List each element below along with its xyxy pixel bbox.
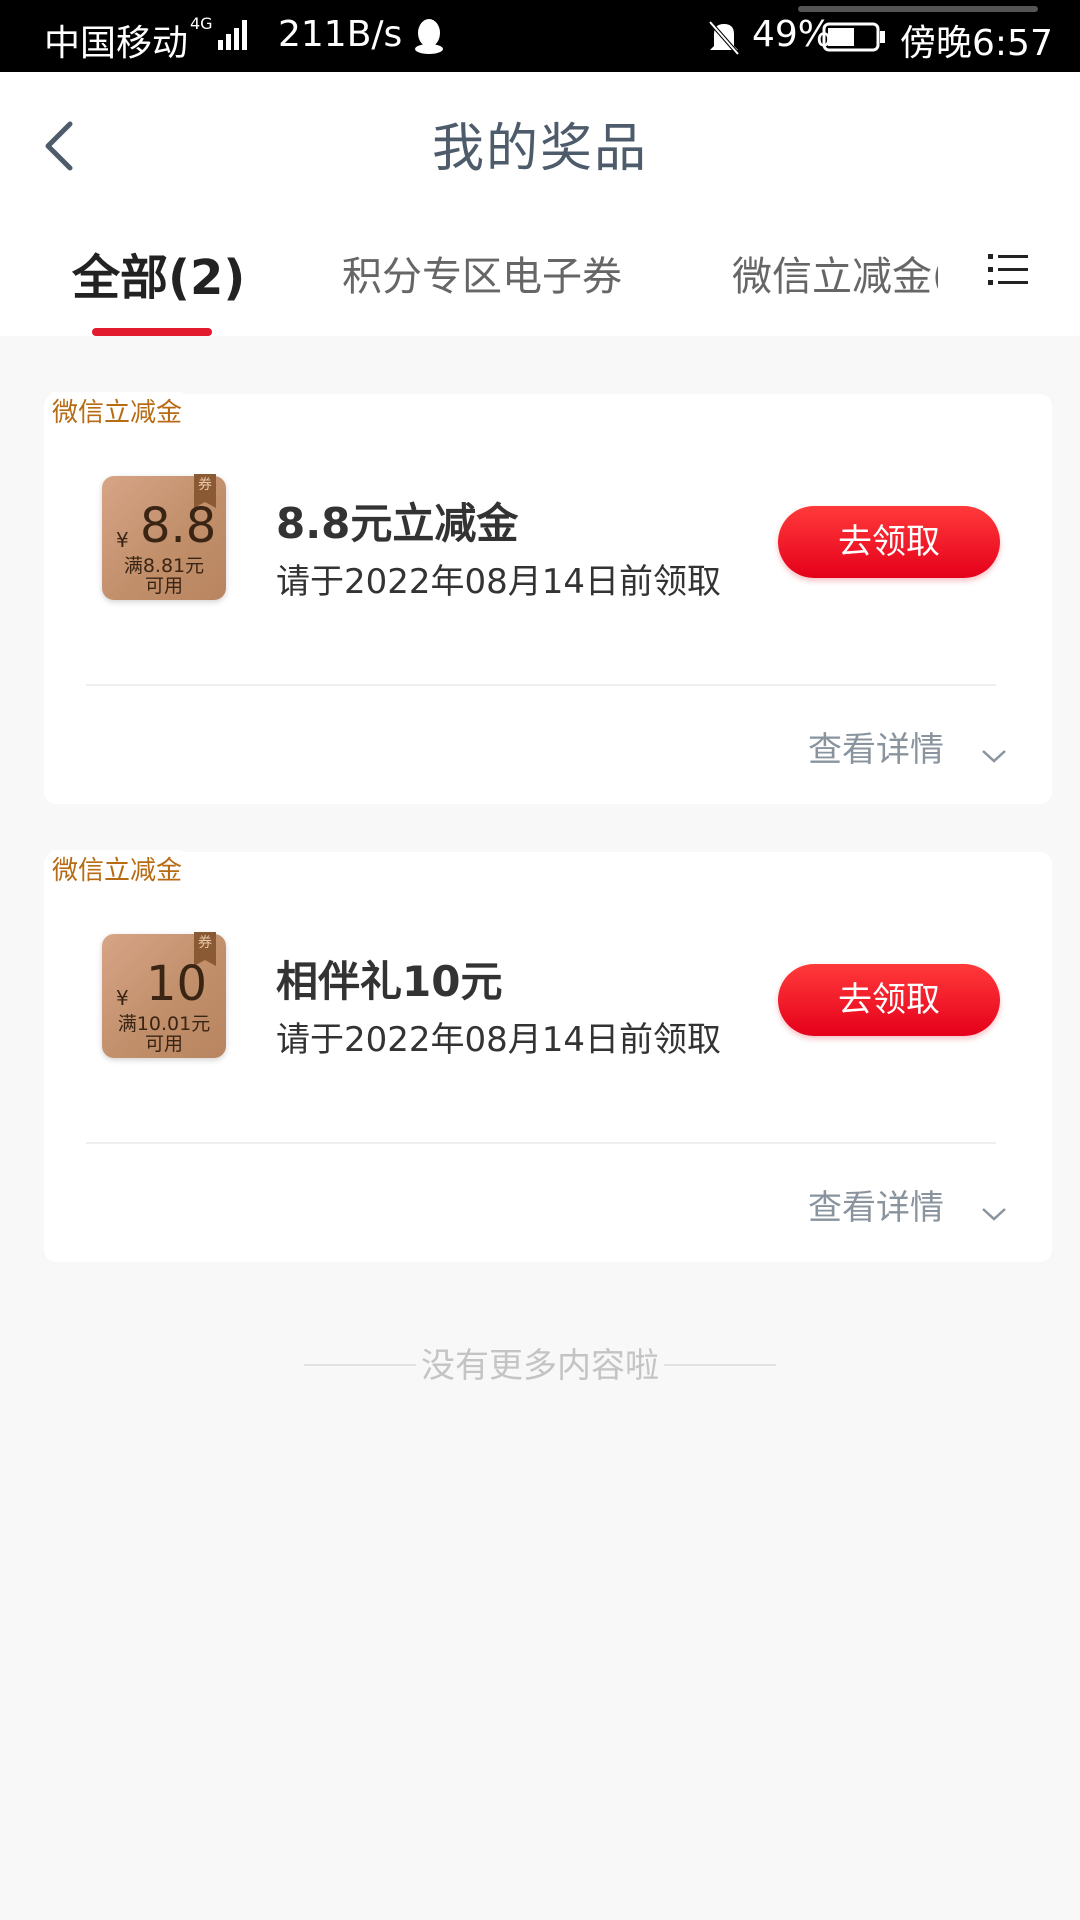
tab-bar: 全部(2) 积分专区电子券 微信立减金( bbox=[0, 216, 1080, 336]
network-type: 4G bbox=[190, 14, 213, 33]
signal-icon bbox=[218, 20, 247, 50]
coupon-amount: 8.8 bbox=[140, 498, 217, 554]
footer-line-right bbox=[664, 1364, 776, 1366]
view-details-link[interactable]: 查看详情 bbox=[808, 1180, 944, 1229]
currency-symbol: ¥ bbox=[116, 528, 129, 552]
clock: 傍晚6:57 bbox=[900, 23, 1053, 64]
chevron-down-icon[interactable] bbox=[980, 746, 1008, 766]
prize-title: 相伴礼10元 bbox=[276, 957, 503, 1006]
network-speed: 211B/s bbox=[278, 14, 403, 55]
prize-deadline: 请于2022年08月14日前领取 bbox=[276, 1020, 722, 1060]
battery-icon bbox=[822, 22, 885, 52]
coupon-condition-line2: 可用 bbox=[144, 575, 183, 597]
coupon-badge: 券 ¥ 10 满10.01元 可用 bbox=[102, 932, 226, 1058]
coupon-condition-line2: 可用 bbox=[144, 1033, 183, 1055]
tab-points-coupons[interactable]: 积分专区电子券 bbox=[342, 244, 622, 302]
prize-card: 微信立减金 券 ¥ 8.8 满8.81元 可用 8.8元立减金 请于2022年0… bbox=[44, 392, 1052, 804]
battery-percent: 49% bbox=[752, 14, 833, 55]
page-title: 我的奖品 bbox=[431, 119, 648, 179]
card-divider bbox=[86, 1142, 996, 1144]
carrier-name: 中国移动 bbox=[44, 23, 189, 64]
coupon-condition: 满10.01元 可用 bbox=[102, 1014, 226, 1054]
no-more-content-text: 没有更多内容啦 bbox=[421, 1346, 659, 1386]
prize-card: 微信立减金 券 ¥ 10 满10.01元 可用 相伴礼10元 请于2022年08… bbox=[44, 850, 1052, 1262]
currency-symbol: ¥ bbox=[116, 986, 129, 1010]
prize-deadline: 请于2022年08月14日前领取 bbox=[276, 562, 722, 602]
view-details-link[interactable]: 查看详情 bbox=[808, 722, 944, 771]
claim-button[interactable]: 去领取 bbox=[778, 506, 1000, 578]
card-divider bbox=[86, 684, 996, 686]
status-bar-indicator bbox=[798, 6, 1038, 12]
page-header: 我的奖品 bbox=[0, 72, 1080, 216]
prize-title: 8.8元立减金 bbox=[276, 499, 519, 548]
qq-icon bbox=[415, 19, 443, 54]
card-tag: 微信立减金 bbox=[50, 850, 185, 887]
coupon-condition-line1: 满10.01元 bbox=[117, 1013, 211, 1035]
coupon-condition-line1: 满8.81元 bbox=[123, 555, 205, 577]
active-tab-indicator bbox=[92, 328, 212, 336]
tab-all[interactable]: 全部(2) bbox=[72, 238, 245, 308]
tab-wechat-discount[interactable]: 微信立减金( bbox=[732, 244, 938, 302]
status-bar: 中国移动 4G 211B/s 49% 傍晚6:57 bbox=[0, 0, 1080, 72]
list-menu-icon[interactable] bbox=[986, 250, 1030, 290]
tab-wechat-clip: 微信立减金( bbox=[732, 244, 938, 304]
mute-icon bbox=[708, 20, 740, 56]
card-tag: 微信立减金 bbox=[50, 392, 185, 429]
claim-button[interactable]: 去领取 bbox=[778, 964, 1000, 1036]
coupon-amount: 10 bbox=[146, 956, 208, 1012]
coupon-condition: 满8.81元 可用 bbox=[102, 556, 226, 596]
chevron-down-icon[interactable] bbox=[980, 1204, 1008, 1224]
coupon-badge: 券 ¥ 8.8 满8.81元 可用 bbox=[102, 474, 226, 600]
